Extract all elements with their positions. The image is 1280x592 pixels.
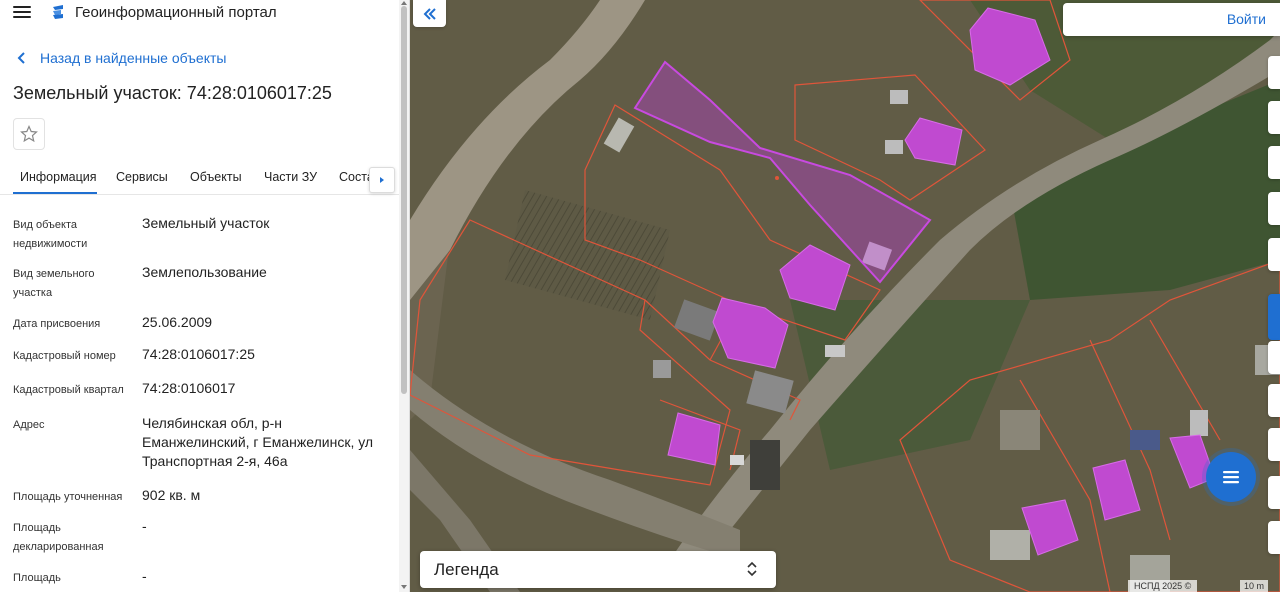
active-tab-indicator — [13, 192, 97, 194]
map-tool-button-5[interactable] — [1268, 238, 1280, 271]
map-attribution: НСПД 2025 © — [1128, 580, 1198, 592]
scroll-down-icon[interactable] — [400, 584, 408, 590]
prop-label: Адрес — [13, 419, 45, 431]
legend-dropdown[interactable]: Легенда — [420, 551, 776, 588]
prop-value: - — [142, 568, 147, 584]
prop-label: Кадастровый квартал — [13, 384, 124, 396]
double-chevron-left-icon — [423, 7, 436, 20]
tabs-scroll-right-button[interactable] — [369, 167, 395, 193]
tab-bar: Информация Сервисы Объекты Части ЗУ Сост… — [0, 163, 400, 195]
map-tool-button-2[interactable] — [1268, 101, 1280, 134]
login-button[interactable]: Войти — [1063, 3, 1280, 36]
scrollbar-thumb[interactable] — [401, 6, 407, 394]
prop-value: 74:28:0106017 — [142, 380, 236, 396]
back-to-results-link[interactable]: Назад в найденные объекты — [15, 50, 226, 66]
map-tool-button-7[interactable] — [1268, 384, 1280, 417]
tab-parts[interactable]: Части ЗУ — [264, 170, 317, 184]
map-scale: 10 m — [1240, 580, 1269, 592]
prop-value: 25.06.2009 — [142, 314, 213, 330]
map-tool-button-1[interactable] — [1268, 56, 1280, 89]
zoom-out-button[interactable] — [1268, 521, 1280, 554]
back-label: Назад в найденные объекты — [40, 50, 227, 66]
prop-value: Земельный участок — [142, 215, 270, 231]
map-tool-button-6[interactable] — [1268, 341, 1280, 374]
expand-collapse-icon — [747, 561, 757, 577]
prop-label: Площадь декларированная — [13, 522, 104, 553]
collapse-panel-button[interactable] — [413, 0, 446, 27]
info-panel: Геоинформационный портал Назад в найденн… — [0, 0, 410, 592]
map-tool-button-4[interactable] — [1268, 192, 1280, 225]
satellite-imagery — [410, 0, 1280, 592]
zoom-in-button[interactable] — [1268, 476, 1280, 509]
tab-objects[interactable]: Объекты — [190, 170, 242, 184]
star-icon — [20, 125, 38, 143]
favorite-button[interactable] — [13, 118, 45, 150]
prop-label: Вид земельного участка — [13, 268, 95, 299]
portal-logo-icon — [53, 5, 63, 19]
object-title: Земельный участок: 74:28:0106017:25 — [13, 83, 332, 103]
map-tool-button-active[interactable] — [1268, 294, 1280, 340]
panel-scrollbar[interactable] — [399, 0, 409, 592]
prop-label: Площадь — [13, 572, 61, 584]
prop-value: 902 кв. м — [142, 487, 201, 503]
prop-value: Челябинская обл, р-н Еманжелинский, г Ем… — [142, 415, 374, 469]
prop-label: Площадь уточненная — [13, 491, 123, 503]
prop-label: Дата присвоения — [13, 318, 101, 330]
top-bar: Геоинформационный портал — [0, 0, 400, 26]
tab-information[interactable]: Информация — [20, 170, 97, 184]
caret-right-icon — [380, 177, 384, 183]
chat-icon — [1223, 471, 1239, 484]
map-tool-button-8[interactable] — [1268, 428, 1280, 461]
map-view[interactable] — [410, 0, 1280, 592]
portal-title: Геоинформационный портал — [75, 4, 277, 21]
map-tool-button-3[interactable] — [1268, 146, 1280, 179]
tab-services[interactable]: Сервисы — [116, 170, 168, 184]
login-label: Войти — [1226, 11, 1266, 27]
chat-button[interactable] — [1206, 452, 1256, 502]
prop-label: Кадастровый номер — [13, 350, 116, 362]
chevron-left-icon — [17, 52, 25, 64]
prop-value: Землепользование — [142, 264, 267, 280]
prop-value: 74:28:0106017:25 — [142, 346, 255, 362]
menu-icon[interactable] — [13, 4, 31, 20]
prop-value: - — [142, 518, 147, 534]
legend-label: Легенда — [434, 560, 499, 579]
prop-label: Вид объекта недвижимости — [13, 219, 88, 250]
